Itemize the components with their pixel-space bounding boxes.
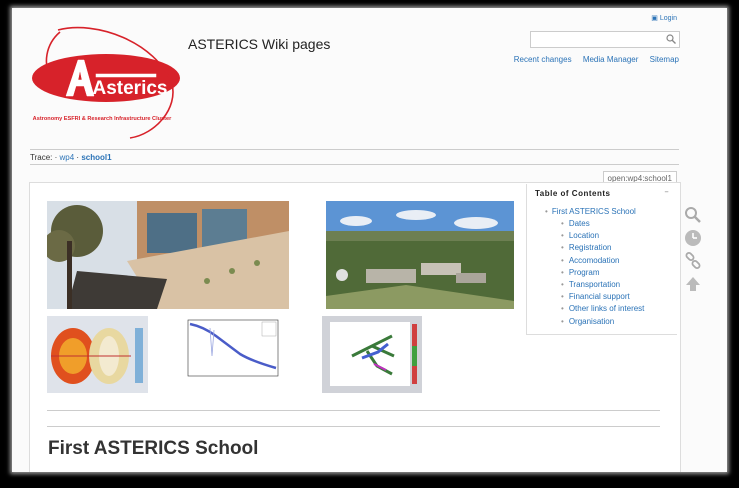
search-input[interactable] <box>531 36 665 49</box>
asterics-logo-graphic: Asterics Astronomy ESFRI & Research Infr… <box>32 26 180 139</box>
toc-toggle-icon[interactable]: – <box>665 189 669 196</box>
divider <box>47 410 660 411</box>
wiki-page: ▣ Login Asterics Astronomy ESFRI & Resea… <box>12 8 727 472</box>
backlinks-icon[interactable] <box>684 252 702 270</box>
page-tools <box>684 206 702 298</box>
login-icon: ▣ <box>651 15 658 22</box>
recent-icon[interactable] <box>684 229 702 247</box>
toc-item-financial-support[interactable]: • Financial support <box>561 292 677 301</box>
toc-item-dates[interactable]: • Dates <box>561 219 677 228</box>
page-heading: First ASTERICS School <box>48 438 259 459</box>
divider <box>47 426 660 427</box>
image-sky-map[interactable] <box>47 316 148 393</box>
toc-item-transportation[interactable]: • Transportation <box>561 280 677 289</box>
logo-tagline: Astronomy ESFRI & Research Infrastructur… <box>33 116 172 122</box>
search-box <box>530 31 680 49</box>
sitemap-link[interactable]: Sitemap <box>650 55 679 64</box>
toc-item-registration[interactable]: • Registration <box>561 243 677 252</box>
image-scatter-plot[interactable] <box>322 316 422 393</box>
site-title[interactable]: ASTERICS Wiki pages <box>188 36 330 52</box>
search-icon[interactable] <box>684 206 702 224</box>
breadcrumb: Trace: · wp4 · school1 <box>30 153 112 162</box>
divider <box>30 164 679 165</box>
recent-changes-link[interactable]: Recent changes <box>514 55 572 64</box>
toc-item-program[interactable]: • Program <box>561 268 677 277</box>
asterics-logo[interactable]: Asterics Astronomy ESFRI & Research Infr… <box>26 24 186 142</box>
back-to-top-icon[interactable] <box>684 275 702 293</box>
breadcrumb-item-school1[interactable]: school1 <box>81 153 111 162</box>
toc-header[interactable]: Table of Contents – <box>527 184 677 203</box>
toc-item-accomodation[interactable]: • Accomodation <box>561 256 677 265</box>
toc-item-top[interactable]: • First ASTERICS School <box>545 207 677 216</box>
site-tools: Recent changes Media Manager Sitemap <box>505 55 679 64</box>
divider <box>30 149 679 150</box>
logo-word: Asterics <box>93 78 168 99</box>
image-spectrum-plot[interactable] <box>180 316 288 383</box>
photo-aerial-campus[interactable] <box>326 201 514 309</box>
screenshot-frame: ▣ Login Asterics Astronomy ESFRI & Resea… <box>12 8 727 472</box>
toc-item-organisation[interactable]: • Organisation <box>561 317 677 326</box>
photo-building[interactable] <box>47 201 289 309</box>
login-link[interactable]: ▣ Login <box>651 14 677 22</box>
search-icon[interactable] <box>665 33 677 45</box>
breadcrumb-item-wp4[interactable]: wp4 <box>60 153 75 162</box>
media-manager-link[interactable]: Media Manager <box>583 55 639 64</box>
toc-item-location[interactable]: • Location <box>561 231 677 240</box>
toc-item-other-links[interactable]: • Other links of interest <box>561 304 677 313</box>
table-of-contents: Table of Contents – • First ASTERICS Scho… <box>526 184 677 335</box>
